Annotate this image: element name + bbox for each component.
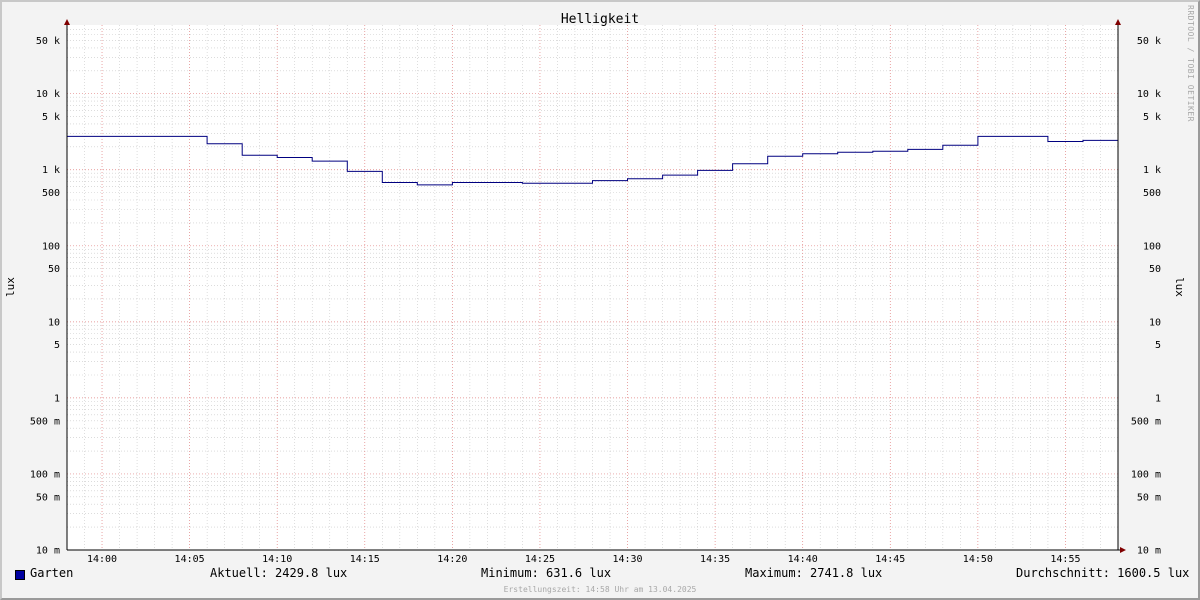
y-tick-label-right: 5	[1155, 340, 1161, 351]
x-tick-label: 14:00	[87, 554, 117, 565]
y-tick-label-left: 5	[54, 340, 60, 351]
y-tick-label-left: 500	[42, 188, 60, 199]
y-tick-label-left: 1 k	[42, 165, 60, 176]
y-tick-label-right: 50	[1149, 264, 1161, 275]
x-tick-label: 14:25	[525, 554, 555, 565]
y-tick-label-left: 10 k	[36, 89, 60, 100]
y-tick-label-right: 100	[1143, 241, 1161, 252]
x-tick-label: 14:20	[437, 554, 467, 565]
y-tick-label-right: 500 m	[1131, 416, 1161, 427]
legend: Garten Aktuell: 2429.8 lux Minimum: 631.…	[0, 566, 1200, 584]
y-tick-label-right: 1 k	[1143, 165, 1161, 176]
y-tick-label-left: 500 m	[30, 416, 60, 427]
legend-maximum: Maximum: 2741.8 lux	[745, 566, 883, 580]
y-tick-label-right: 1	[1155, 393, 1161, 404]
y-tick-label-left: 10	[48, 317, 60, 328]
y-tick-label-right: 5 k	[1143, 112, 1161, 123]
y-tick-label-right: 100 m	[1131, 469, 1161, 480]
y-tick-label-left: 50	[48, 264, 60, 275]
y-tick-label-right: 10 m	[1137, 546, 1161, 557]
creation-time-footer: Erstellungszeit: 14:58 Uhr am 13.04.2025	[503, 585, 697, 594]
legend-average: Durchschnitt: 1600.5 lux	[1016, 566, 1190, 580]
y-axis-right-arrow	[1115, 19, 1121, 25]
x-axis-arrow	[1120, 547, 1126, 553]
y-tick-label-left: 10 m	[36, 546, 60, 557]
y-tick-label-right: 50 k	[1137, 36, 1161, 47]
y-tick-label-left: 50 k	[36, 36, 60, 47]
x-tick-label: 14:30	[612, 554, 642, 565]
x-tick-label: 14:55	[1050, 554, 1080, 565]
y-axis-label-right: lux	[1173, 277, 1186, 297]
y-tick-label-left: 100 m	[30, 469, 60, 480]
y-tick-label-right: 10	[1149, 317, 1161, 328]
rrdtool-watermark: RRDTOOL / TOBI OETIKER	[1186, 5, 1195, 122]
y-tick-label-right: 50 m	[1137, 492, 1161, 503]
y-tick-label-left: 1	[54, 393, 60, 404]
y-axis-left-arrow	[64, 19, 70, 25]
x-tick-label: 14:45	[875, 554, 905, 565]
x-tick-label: 14:50	[963, 554, 993, 565]
x-tick-label: 14:10	[262, 554, 292, 565]
chart-title: Helligkeit	[561, 12, 639, 27]
legend-series-name: Garten	[30, 566, 74, 580]
x-tick-label: 14:05	[175, 554, 205, 565]
x-tick-label: 14:35	[700, 554, 730, 565]
legend-minimum: Minimum: 631.6 lux	[481, 566, 612, 580]
x-tick-label: 14:15	[350, 554, 380, 565]
y-axis-label-left: lux	[4, 277, 17, 297]
y-tick-label-left: 50 m	[36, 492, 60, 503]
chart-svg: 14:00 14:05 14:10 14:15 14:20 14:25 14:30 14:35…	[4, 5, 1195, 565]
x-tick-label: 14:40	[788, 554, 818, 565]
legend-current: Aktuell: 2429.8 lux	[210, 566, 348, 580]
y-tick-label-left: 5 k	[42, 112, 60, 123]
y-tick-label-right: 500	[1143, 188, 1161, 199]
y-tick-label-left: 100	[42, 241, 60, 252]
y-tick-label-right: 10 k	[1137, 89, 1161, 100]
